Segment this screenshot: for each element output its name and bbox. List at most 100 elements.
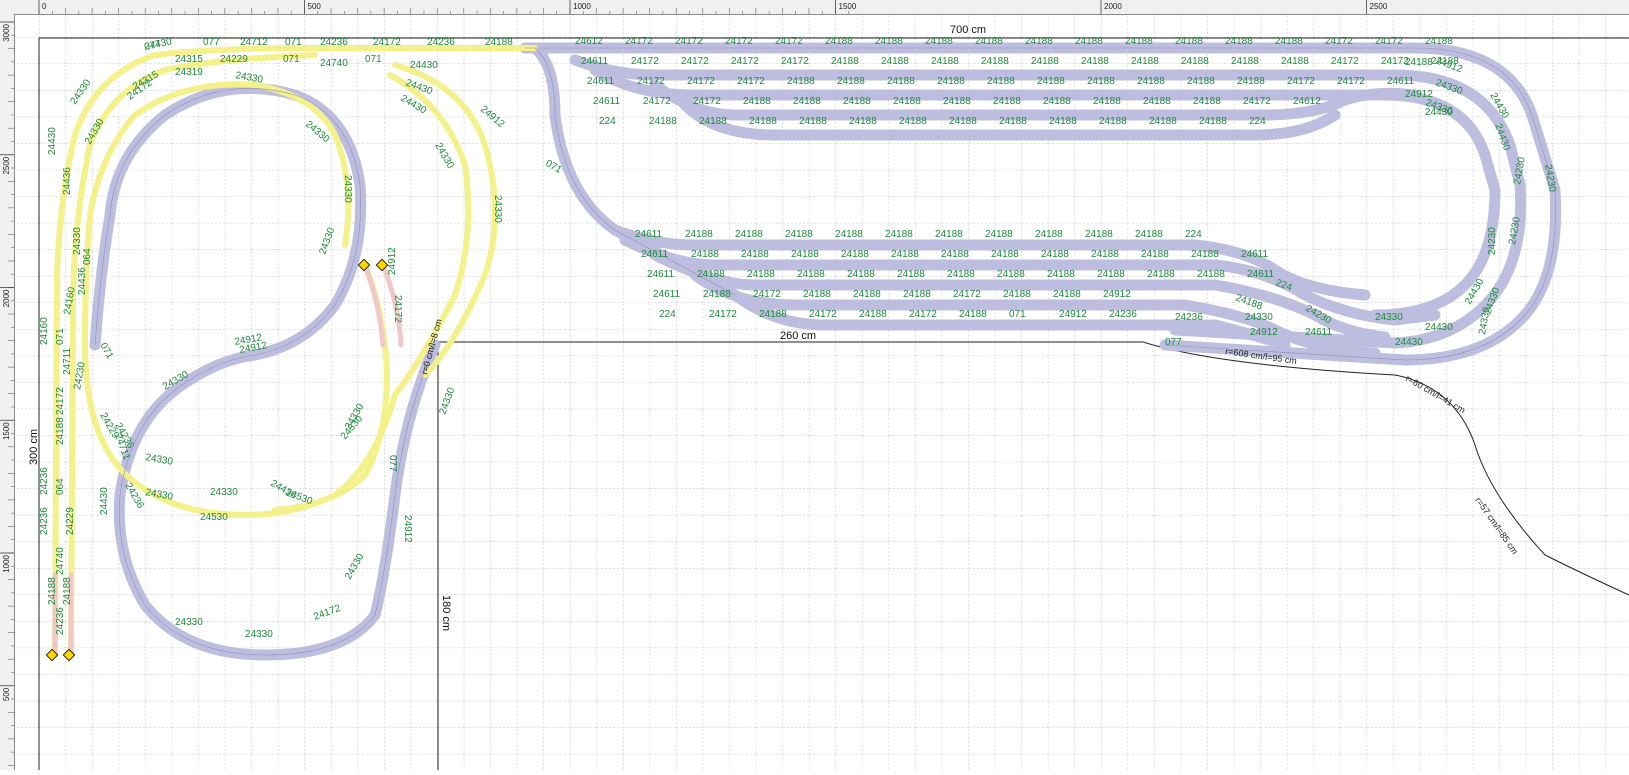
- track-part-label[interactable]: 24188: [849, 116, 877, 127]
- track-part-label[interactable]: 24188: [649, 116, 677, 127]
- track-part-label[interactable]: 24188: [735, 229, 763, 240]
- track-part-label[interactable]: 24612: [1293, 96, 1321, 107]
- track-part-label[interactable]: 24912: [402, 515, 413, 543]
- track-part-label[interactable]: 24188: [1225, 36, 1253, 47]
- track-part-label[interactable]: 24436: [77, 267, 88, 295]
- track-part-label[interactable]: 24172: [643, 96, 671, 107]
- track-part-label[interactable]: 24188: [1125, 36, 1153, 47]
- track-part-label[interactable]: 24611: [647, 269, 675, 280]
- track-part-label[interactable]: 24172: [709, 309, 737, 320]
- track-part-label[interactable]: 24330: [210, 487, 238, 498]
- track-part-label[interactable]: 24236: [55, 607, 66, 635]
- track-part-label[interactable]: 24188: [1093, 96, 1121, 107]
- track-part-label[interactable]: 24172: [753, 289, 781, 300]
- track-part-label[interactable]: 24188: [1091, 249, 1119, 260]
- track-part-label[interactable]: 24530: [200, 512, 228, 523]
- track-part-label[interactable]: 24160: [39, 317, 50, 345]
- track-part-label[interactable]: 24172: [737, 76, 765, 87]
- track-part-label[interactable]: 24188: [797, 269, 825, 280]
- track-part-label[interactable]: 077: [1165, 337, 1182, 348]
- track-part-label[interactable]: 24330: [1375, 312, 1403, 323]
- track-part-label[interactable]: 24611: [593, 96, 621, 107]
- track-part-label[interactable]: 24188: [835, 229, 863, 240]
- track-part-label[interactable]: 24740: [320, 58, 348, 69]
- track-part-label[interactable]: 24188: [485, 37, 513, 48]
- track-part-label[interactable]: 24188: [891, 249, 919, 260]
- track-part-label[interactable]: 24172: [775, 36, 803, 47]
- track-part-label[interactable]: 064: [82, 248, 93, 265]
- track-part-label[interactable]: 24330: [342, 175, 353, 203]
- track-part-label[interactable]: 24172: [725, 36, 753, 47]
- track-part-label[interactable]: 24188: [787, 76, 815, 87]
- track-part-label[interactable]: 24611: [1387, 76, 1415, 87]
- track-part-label[interactable]: 24188: [937, 76, 965, 87]
- track-part-label[interactable]: 24188: [931, 56, 959, 67]
- track-part-label[interactable]: 071: [285, 37, 302, 48]
- track-part-label[interactable]: 24611: [1305, 327, 1333, 338]
- track-part-label[interactable]: 071: [283, 54, 300, 65]
- track-part-label[interactable]: 24172: [1375, 36, 1403, 47]
- track-part-label[interactable]: 24188: [1143, 96, 1171, 107]
- track-part-label[interactable]: 24172: [1337, 76, 1365, 87]
- track-part-label[interactable]: 24740: [55, 547, 66, 575]
- track-part-label[interactable]: 24330: [175, 617, 203, 628]
- track-part-label[interactable]: 24188: [1193, 96, 1221, 107]
- track-part-label[interactable]: 24430: [410, 60, 438, 71]
- track-part-label[interactable]: 24188: [843, 96, 871, 107]
- track-part-label[interactable]: 24188: [1097, 269, 1125, 280]
- track-part-label[interactable]: 24188: [1041, 249, 1069, 260]
- track-part-label[interactable]: 24188: [1237, 76, 1265, 87]
- track-part-label[interactable]: 24188: [785, 229, 813, 240]
- track-part-label[interactable]: 24912: [1250, 327, 1278, 338]
- track-plan[interactable]: 700 cm 300 cm 260 cm 180 cm r=608 cm/l=9…: [15, 15, 1629, 770]
- track-part-label[interactable]: 224: [1185, 229, 1202, 240]
- track-part-label[interactable]: 24172: [1243, 96, 1271, 107]
- track-part-label[interactable]: 24172: [625, 36, 653, 47]
- track-part-label[interactable]: 24611: [635, 229, 663, 240]
- track-part-label[interactable]: 24319: [175, 67, 203, 78]
- track-part-label[interactable]: 24172: [781, 56, 809, 67]
- track-part-label[interactable]: 24236: [39, 507, 50, 535]
- track-part-label[interactable]: 24188: [1425, 36, 1453, 47]
- track-part-label[interactable]: 24172: [1331, 56, 1359, 67]
- track-part-label[interactable]: 24188: [1141, 249, 1169, 260]
- track-part-label[interactable]: 24330: [245, 629, 273, 640]
- track-part-label[interactable]: 24188: [1197, 269, 1225, 280]
- track-part-label[interactable]: 24188: [691, 249, 719, 260]
- track-part-label[interactable]: 24188: [1037, 76, 1065, 87]
- track-part-label[interactable]: 24172: [637, 76, 665, 87]
- track-part-label[interactable]: 24188: [1199, 116, 1227, 127]
- track-part-label[interactable]: 24188: [991, 249, 1019, 260]
- track-part-label[interactable]: 24188: [1191, 249, 1219, 260]
- track-part-label[interactable]: 24188: [1135, 229, 1163, 240]
- track-part-label[interactable]: 24188: [791, 249, 819, 260]
- track-part-label[interactable]: 24236: [427, 37, 455, 48]
- track-part-label[interactable]: 24188: [703, 289, 731, 300]
- track-part-label[interactable]: 24611: [1241, 249, 1269, 260]
- track-part-label[interactable]: 24188: [847, 269, 875, 280]
- track-part-label[interactable]: 24188: [987, 76, 1015, 87]
- track-part-label[interactable]: 24188: [1281, 56, 1309, 67]
- track-part-label[interactable]: 224: [1249, 116, 1266, 127]
- track-part-label[interactable]: 24611: [587, 76, 615, 87]
- track-part-label[interactable]: 24188: [1231, 56, 1259, 67]
- track-part-label[interactable]: 24188: [699, 116, 727, 127]
- track-part-label[interactable]: 24172: [909, 309, 937, 320]
- track-part-label[interactable]: 24315: [175, 54, 203, 65]
- track-part-label[interactable]: 24912: [1059, 309, 1087, 320]
- ruler-horizontal[interactable]: 0500100015002000250030003500400045005000…: [0, 0, 1629, 15]
- track-part-label[interactable]: 24188: [959, 309, 987, 320]
- track-part-label[interactable]: 24236: [320, 37, 348, 48]
- track-part-label[interactable]: 24188: [1147, 269, 1175, 280]
- track-part-label[interactable]: 071: [55, 328, 66, 345]
- track-part-label[interactable]: 24436: [62, 167, 73, 195]
- track-part-label[interactable]: 24188: [1075, 36, 1103, 47]
- track-part-label[interactable]: 24188: [825, 36, 853, 47]
- track-part-label[interactable]: 224: [659, 309, 676, 320]
- track-part-label[interactable]: 24229: [220, 54, 248, 65]
- track-part-label[interactable]: 24188: [875, 36, 903, 47]
- track-part-label[interactable]: 24188: [743, 96, 771, 107]
- track-part-label[interactable]: 24188: [893, 96, 921, 107]
- track-part-label[interactable]: 24188: [749, 116, 777, 127]
- track-part-label[interactable]: 24188: [741, 249, 769, 260]
